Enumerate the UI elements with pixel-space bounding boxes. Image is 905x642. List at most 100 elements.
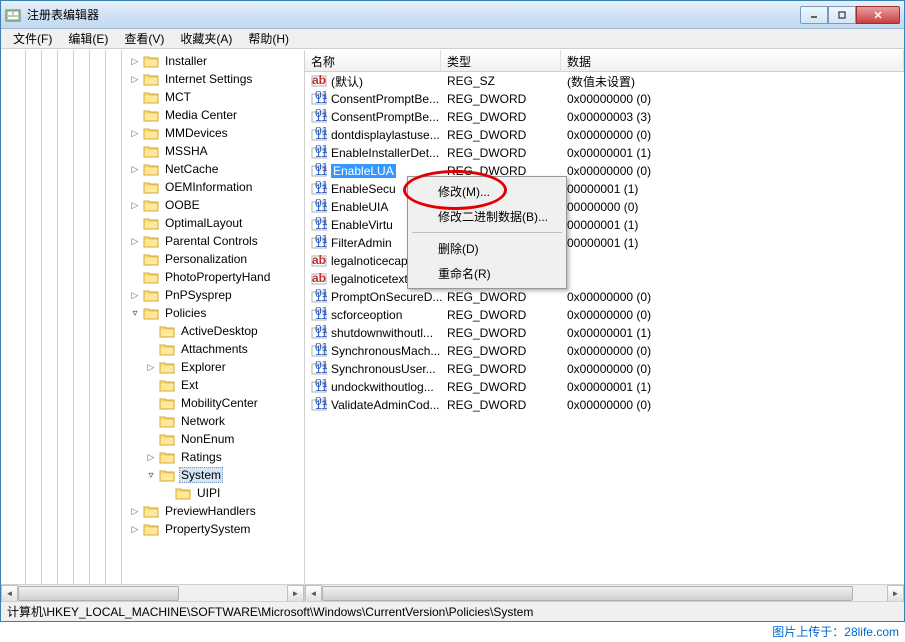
value-row[interactable]: 011110EnableInstallerDet...REG_DWORD0x00… xyxy=(305,144,904,162)
tree-item[interactable]: MCT xyxy=(1,88,304,106)
scroll-left-button[interactable]: ◄ xyxy=(305,585,322,602)
tree-item[interactable]: Ratings xyxy=(1,448,304,466)
tree-item[interactable]: PreviewHandlers xyxy=(1,502,304,520)
menu-item[interactable]: 查看(V) xyxy=(116,28,172,49)
maximize-button[interactable] xyxy=(828,6,856,24)
cell-data: 00000001 (1) xyxy=(563,218,904,232)
scroll-right-button[interactable]: ► xyxy=(887,585,904,602)
tree-item[interactable]: Installer xyxy=(1,52,304,70)
value-row[interactable]: ab(默认)REG_SZ(数值未设置) xyxy=(305,72,904,90)
value-row[interactable]: ablegalnoticecaptionREG_SZ xyxy=(305,252,904,270)
tree-label: PhotoPropertyHand xyxy=(163,270,272,284)
svg-text:110: 110 xyxy=(315,164,327,178)
expander-icon[interactable] xyxy=(129,523,141,535)
value-list[interactable]: ab(默认)REG_SZ(数值未设置)011110ConsentPromptBe… xyxy=(305,72,904,584)
tree-item[interactable]: OOBE xyxy=(1,196,304,214)
tree-item[interactable]: MobilityCenter xyxy=(1,394,304,412)
context-menu-item[interactable]: 重命名(R) xyxy=(410,261,564,286)
scroll-track[interactable] xyxy=(322,585,887,602)
tree-item[interactable]: PhotoPropertyHand xyxy=(1,268,304,286)
value-row[interactable]: 011110FilterAdmin00000001 (1) xyxy=(305,234,904,252)
tree-item[interactable]: Personalization xyxy=(1,250,304,268)
menu-item[interactable]: 收藏夹(A) xyxy=(172,28,240,49)
tree-item[interactable]: Parental Controls xyxy=(1,232,304,250)
expander-icon[interactable] xyxy=(129,505,141,517)
tree-item[interactable]: Explorer xyxy=(1,358,304,376)
expander-icon[interactable] xyxy=(129,163,141,175)
tree-label: Parental Controls xyxy=(163,234,260,248)
expander-icon[interactable] xyxy=(129,235,141,247)
expander-icon[interactable] xyxy=(129,55,141,67)
list-panel: 名称 类型 数据 ab(默认)REG_SZ(数值未设置)011110Consen… xyxy=(305,50,904,601)
tree-item[interactable]: UIPI xyxy=(1,484,304,502)
tree-item[interactable]: NonEnum xyxy=(1,430,304,448)
tree-item[interactable]: PropertySystem xyxy=(1,520,304,538)
window-controls xyxy=(800,6,900,24)
value-row[interactable]: 011110EnableLUAREG_DWORD0x00000000 (0) xyxy=(305,162,904,180)
tree-item[interactable]: Policies xyxy=(1,304,304,322)
tree-item[interactable]: MSSHA xyxy=(1,142,304,160)
value-row[interactable]: 011110ConsentPromptBe...REG_DWORD0x00000… xyxy=(305,108,904,126)
scroll-track[interactable] xyxy=(18,585,287,602)
folder-icon xyxy=(143,144,159,158)
menubar: 文件(F)编辑(E)查看(V)收藏夹(A)帮助(H) xyxy=(1,29,904,49)
registry-tree[interactable]: Installer Internet SettingsMCTMedia Cente… xyxy=(1,50,304,584)
expander-icon[interactable] xyxy=(145,451,157,463)
tree-item[interactable]: Network xyxy=(1,412,304,430)
value-row[interactable]: 011110EnableUIA00000000 (0) xyxy=(305,198,904,216)
close-button[interactable] xyxy=(856,6,900,24)
header-type[interactable]: 类型 xyxy=(441,50,561,71)
tree-hscroll[interactable]: ◄ ► xyxy=(1,584,304,601)
context-menu-item[interactable]: 删除(D) xyxy=(410,236,564,261)
minimize-button[interactable] xyxy=(800,6,828,24)
svg-text:110: 110 xyxy=(315,128,327,142)
expander-icon[interactable] xyxy=(129,199,141,211)
expander-icon[interactable] xyxy=(129,289,141,301)
value-row[interactable]: 011110ConsentPromptBe...REG_DWORD0x00000… xyxy=(305,90,904,108)
expander-icon[interactable] xyxy=(145,469,157,481)
value-row[interactable]: 011110EnableVirtu00000001 (1) xyxy=(305,216,904,234)
expander-icon[interactable] xyxy=(129,73,141,85)
scroll-right-button[interactable]: ► xyxy=(287,585,304,602)
value-row[interactable]: 011110SynchronousUser...REG_DWORD0x00000… xyxy=(305,360,904,378)
list-hscroll[interactable]: ◄ ► xyxy=(305,584,904,601)
value-row[interactable]: 011110shutdownwithoutl...REG_DWORD0x0000… xyxy=(305,324,904,342)
context-menu-item[interactable]: 修改(M)... xyxy=(410,179,564,204)
tree-item[interactable]: NetCache xyxy=(1,160,304,178)
value-row[interactable]: 011110PromptOnSecureD...REG_DWORD0x00000… xyxy=(305,288,904,306)
tree-item[interactable]: PnPSysprep xyxy=(1,286,304,304)
context-menu-item[interactable]: 修改二进制数据(B)... xyxy=(410,204,564,229)
header-data[interactable]: 数据 xyxy=(561,50,904,71)
tree-item[interactable]: OptimalLayout xyxy=(1,214,304,232)
cell-name: 011110shutdownwithoutl... xyxy=(307,325,443,341)
value-row[interactable]: 011110dontdisplaylastuse...REG_DWORD0x00… xyxy=(305,126,904,144)
folder-icon xyxy=(159,414,175,428)
value-row[interactable]: 011110undockwithoutlog...REG_DWORD0x0000… xyxy=(305,378,904,396)
header-name[interactable]: 名称 xyxy=(305,50,441,71)
menu-item[interactable]: 帮助(H) xyxy=(240,28,297,49)
tree-item[interactable]: MMDevices xyxy=(1,124,304,142)
value-row[interactable]: 011110ValidateAdminCod...REG_DWORD0x0000… xyxy=(305,396,904,414)
expander-icon[interactable] xyxy=(129,127,141,139)
menu-item[interactable]: 文件(F) xyxy=(5,28,60,49)
tree-item[interactable]: System xyxy=(1,466,304,484)
menu-item[interactable]: 编辑(E) xyxy=(60,28,116,49)
tree-item[interactable]: ActiveDesktop xyxy=(1,322,304,340)
tree-item[interactable]: OEMInformation xyxy=(1,178,304,196)
value-row[interactable]: 011110SynchronousMach...REG_DWORD0x00000… xyxy=(305,342,904,360)
value-row[interactable]: 011110scforceoptionREG_DWORD0x00000000 (… xyxy=(305,306,904,324)
svg-text:110: 110 xyxy=(315,110,327,124)
tree-item[interactable]: Attachments xyxy=(1,340,304,358)
tree-item[interactable]: Internet Settings xyxy=(1,70,304,88)
tree-label: Installer xyxy=(163,54,209,68)
folder-icon xyxy=(143,54,159,68)
scroll-left-button[interactable]: ◄ xyxy=(1,585,18,602)
value-row[interactable]: 011110EnableSecuREG_DWORD00000001 (1) xyxy=(305,180,904,198)
value-row[interactable]: ablegalnoticetextREG_SZ xyxy=(305,270,904,288)
folder-icon xyxy=(143,216,159,230)
svg-text:110: 110 xyxy=(315,200,327,214)
expander-icon[interactable] xyxy=(129,307,141,319)
tree-item[interactable]: Ext xyxy=(1,376,304,394)
expander-icon[interactable] xyxy=(145,361,157,373)
tree-item[interactable]: Media Center xyxy=(1,106,304,124)
